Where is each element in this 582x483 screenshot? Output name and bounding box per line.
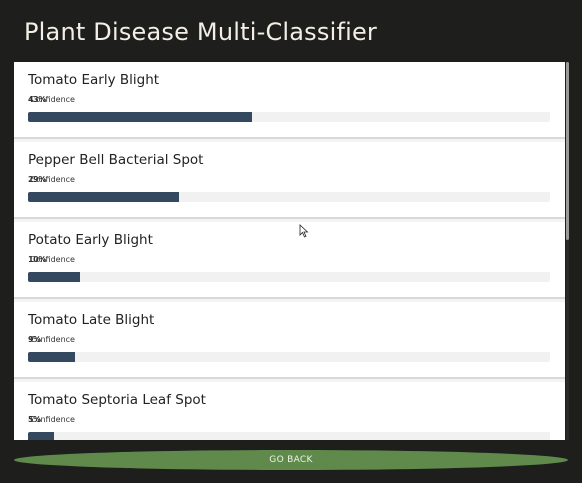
disease-name: Tomato Late Blight bbox=[28, 312, 155, 328]
confidence-label: Confidence bbox=[30, 255, 75, 264]
go-back-button[interactable]: GO BACK bbox=[14, 450, 568, 470]
disease-name: Tomato Early Blight bbox=[28, 72, 160, 88]
mouse-cursor-icon bbox=[299, 224, 309, 238]
confidence-bar-track bbox=[28, 352, 550, 362]
result-card: Tomato Septoria Leaf Spot 5% Confidence bbox=[14, 382, 565, 440]
confidence-bar-fill bbox=[28, 432, 55, 440]
confidence-label: Confidence bbox=[30, 335, 75, 344]
page-title: Plant Disease Multi-Classifier bbox=[24, 18, 378, 46]
confidence-bar-track bbox=[28, 272, 550, 282]
confidence-label: Confidence bbox=[30, 95, 75, 104]
confidence-bar-fill bbox=[28, 192, 180, 202]
result-card: Potato Early Blight 10% Confidence bbox=[14, 222, 565, 299]
confidence-bar-track bbox=[28, 112, 550, 122]
disease-name: Potato Early Blight bbox=[28, 232, 153, 248]
results-list[interactable]: Tomato Early Blight 43% Confidence Peppe… bbox=[14, 62, 565, 440]
disease-name: Pepper Bell Bacterial Spot bbox=[28, 152, 204, 168]
result-card: Tomato Late Blight 9% Confidence bbox=[14, 302, 565, 379]
result-card: Pepper Bell Bacterial Spot 29% Confidenc… bbox=[14, 142, 565, 219]
confidence-label: Confidence bbox=[30, 175, 75, 184]
confidence-bar-track bbox=[28, 192, 550, 202]
confidence-bar-fill bbox=[28, 352, 75, 362]
confidence-bar-fill bbox=[28, 272, 81, 282]
confidence-label: Confidence bbox=[30, 415, 75, 424]
confidence-bar-fill bbox=[28, 112, 253, 122]
confidence-bar-track bbox=[28, 432, 550, 440]
result-card: Tomato Early Blight 43% Confidence bbox=[14, 62, 565, 139]
scrollbar-thumb[interactable] bbox=[566, 62, 569, 240]
disease-name: Tomato Septoria Leaf Spot bbox=[28, 392, 206, 408]
